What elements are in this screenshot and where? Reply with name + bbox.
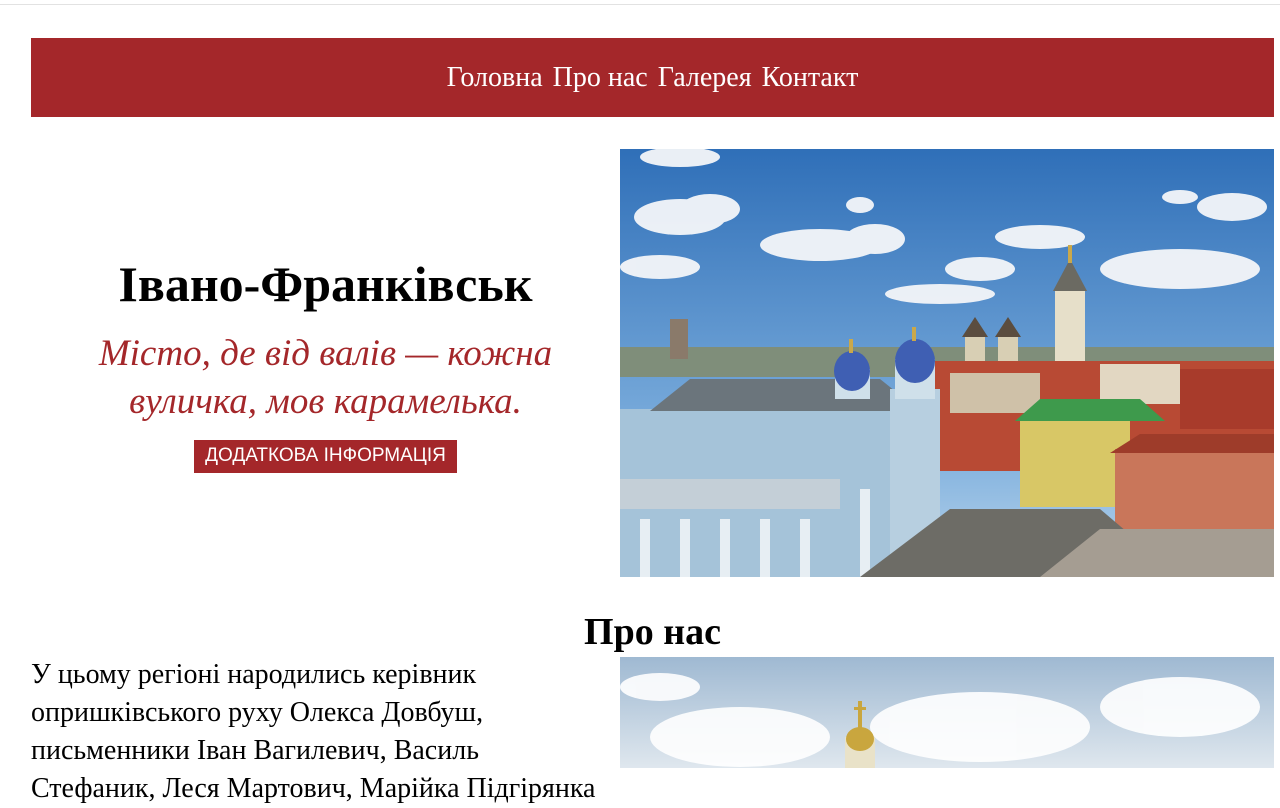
city-panorama-illustration xyxy=(620,149,1274,577)
nav-link-home[interactable]: Головна xyxy=(447,62,543,94)
church-image xyxy=(620,657,1274,768)
nav-link-contact[interactable]: Контакт xyxy=(762,62,859,94)
main-navbar: Головна Про нас Галерея Контакт xyxy=(31,38,1274,117)
church-illustration xyxy=(620,657,1274,768)
about-heading: Про нас xyxy=(584,611,721,653)
nav-link-about[interactable]: Про нас xyxy=(553,62,648,94)
nav-link-gallery[interactable]: Галерея xyxy=(658,62,752,94)
hero-title: Івано-Франківськ xyxy=(118,255,533,312)
hero-tagline: Місто, де від валів — кожна вуличка, мов… xyxy=(98,332,553,422)
hero-section: Івано-Франківськ Місто, де від валів — к… xyxy=(31,149,620,577)
top-divider xyxy=(0,4,1280,5)
more-info-button[interactable]: ДОДАТКОВА ІНФОРМАЦІЯ xyxy=(194,439,457,473)
about-text: У цьому регіоні народились керівник опри… xyxy=(31,659,596,804)
city-panorama-image xyxy=(620,149,1274,577)
